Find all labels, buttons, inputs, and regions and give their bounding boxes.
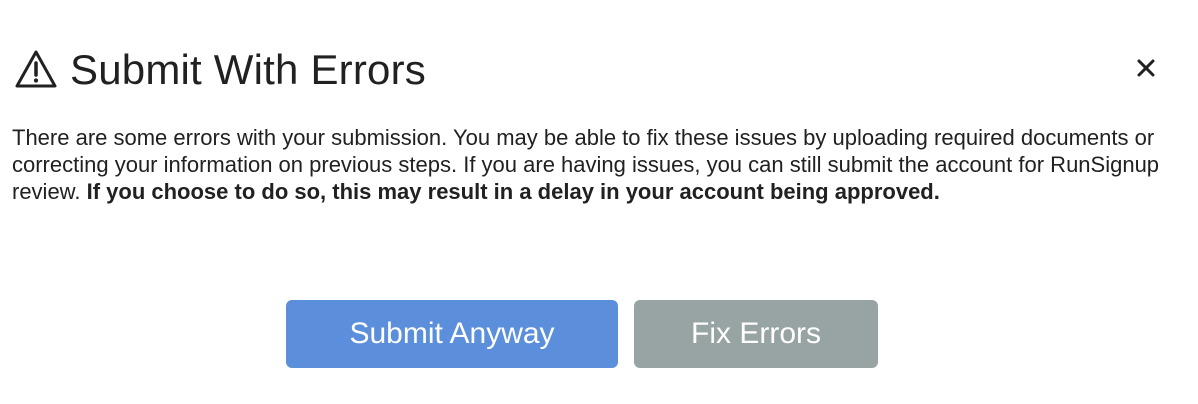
message-warning-text: If you choose to do so, this may result … — [86, 179, 940, 204]
fix-errors-button[interactable]: Fix Errors — [634, 300, 878, 368]
dialog-message: There are some errors with your submissi… — [12, 124, 1162, 205]
dialog-header: Submit With Errors — [12, 40, 1162, 100]
submit-errors-dialog: Submit With Errors There are some errors… — [0, 0, 1198, 404]
close-button[interactable] — [1130, 54, 1162, 86]
dialog-actions: Submit Anyway Fix Errors — [286, 300, 878, 368]
warning-triangle-icon — [12, 46, 60, 94]
close-icon[interactable] — [1136, 58, 1156, 83]
dialog-title: Submit With Errors — [70, 46, 426, 93]
submit-anyway-button[interactable]: Submit Anyway — [286, 300, 618, 368]
